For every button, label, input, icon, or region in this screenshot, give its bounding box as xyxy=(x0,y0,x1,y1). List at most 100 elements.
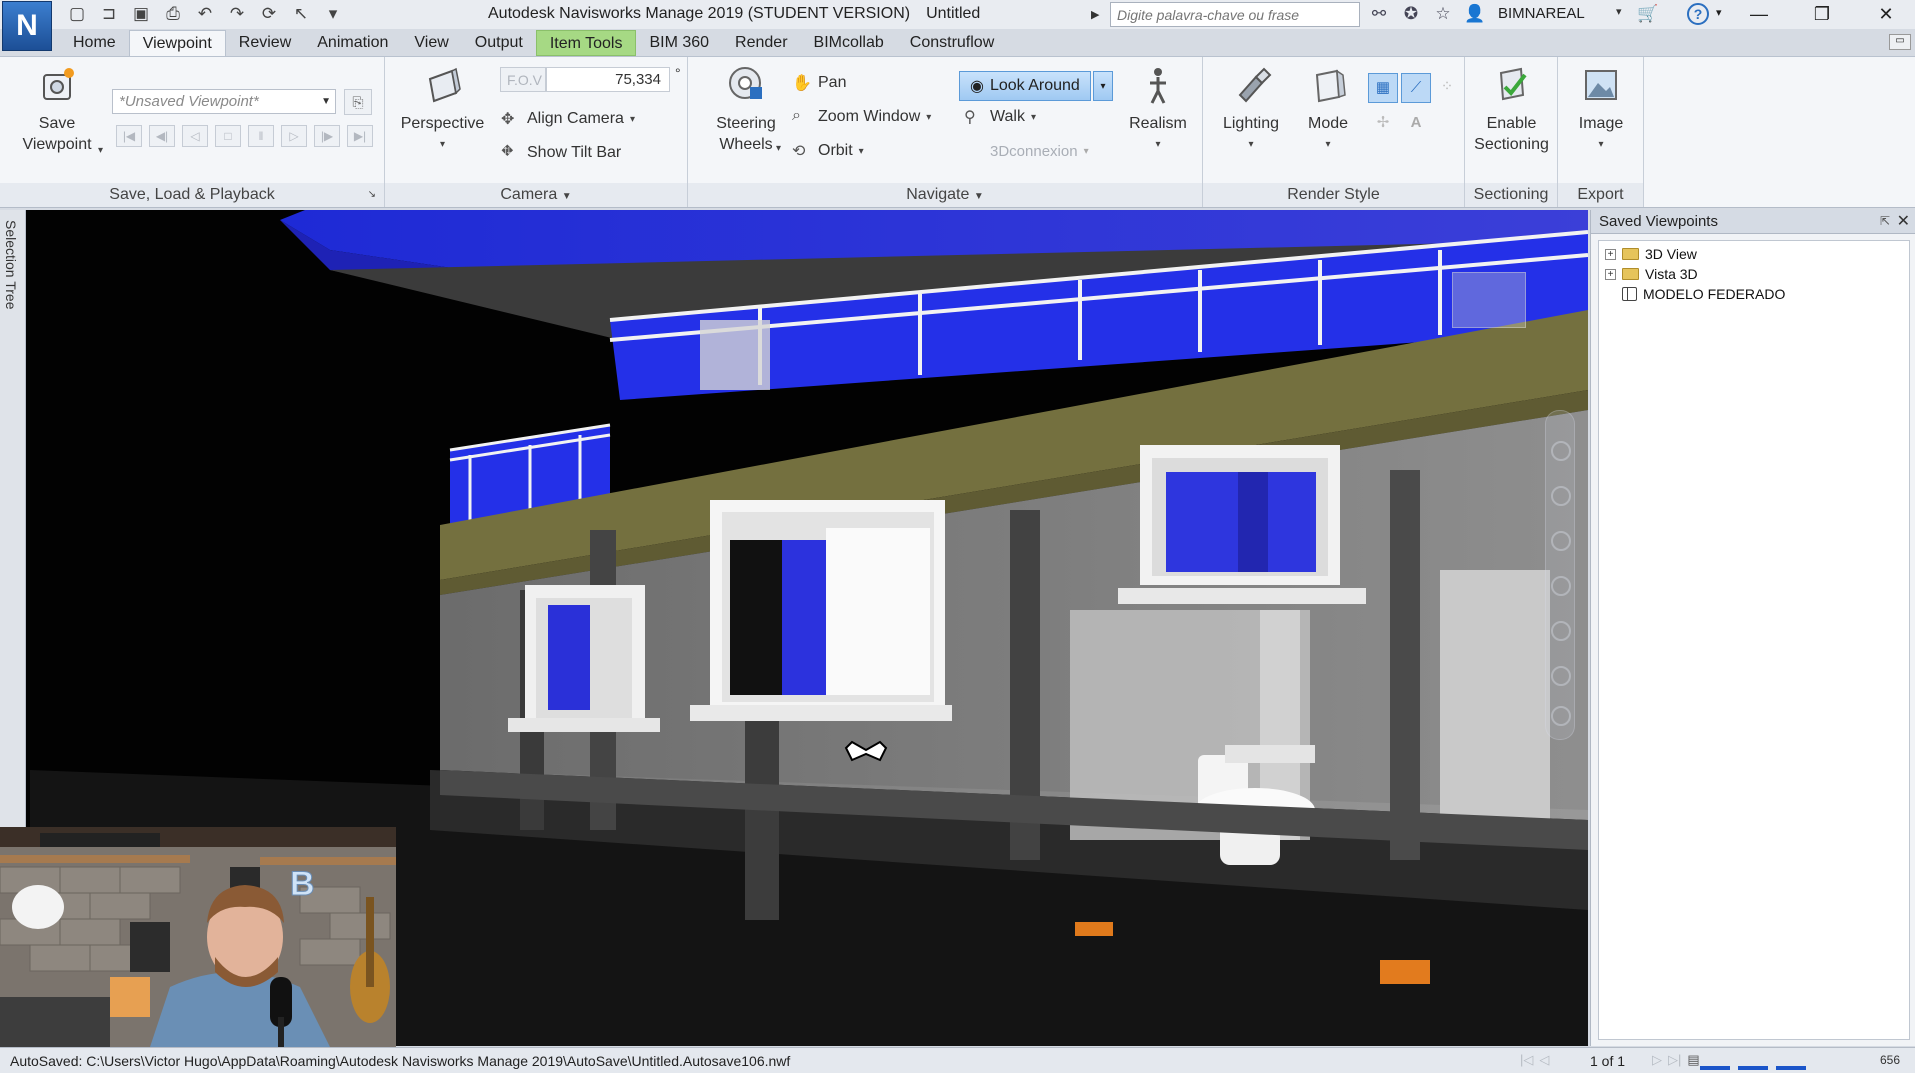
pin-icon[interactable]: ⇱ xyxy=(1880,214,1890,228)
last-frame-icon[interactable]: ▶| xyxy=(347,125,373,147)
align-camera-button[interactable]: ✥ Align Camera ▾ xyxy=(501,109,635,129)
open-file-icon[interactable]: ⊐ xyxy=(96,2,122,26)
tab-output[interactable]: Output xyxy=(462,30,536,56)
search-expand-icon[interactable]: ▶ xyxy=(1091,3,1107,25)
minimize-ribbon-button[interactable]: ▭ xyxy=(1889,34,1911,50)
application-menu-button[interactable]: N xyxy=(2,1,52,51)
first-frame-icon[interactable]: |◀ xyxy=(116,125,142,147)
steering-wheels-dropdown-icon[interactable]: ▾ xyxy=(776,143,781,154)
enable-sectioning-button[interactable]: Enable Sectioning xyxy=(1469,65,1554,155)
tab-viewpoint[interactable]: Viewpoint xyxy=(128,30,226,56)
print-icon[interactable]: ⎙ xyxy=(160,2,186,26)
fov-input[interactable]: 75,334 xyxy=(546,67,670,92)
stop-icon[interactable]: □ xyxy=(215,125,241,147)
orbit-nav-icon[interactable] xyxy=(1551,576,1571,596)
perspective-button[interactable]: Perspective ▾ xyxy=(395,65,490,155)
orbit-button[interactable]: ⟲ Orbit ▾ xyxy=(792,141,864,161)
realism-button[interactable]: Realism ▾ xyxy=(1118,65,1198,155)
lines-toggle-icon[interactable]: ⟋ xyxy=(1401,73,1431,103)
expand-icon[interactable]: + xyxy=(1605,248,1616,260)
play-icon[interactable]: ▷ xyxy=(281,125,307,147)
tab-render[interactable]: Render xyxy=(722,30,800,56)
user-name[interactable]: BIMNAREAL xyxy=(1498,5,1585,22)
tab-construflow[interactable]: Construflow xyxy=(897,30,1007,56)
steering-wheel-nav-icon[interactable] xyxy=(1551,441,1571,461)
expand-icon[interactable]: + xyxy=(1605,268,1616,280)
refresh-icon[interactable]: ⟳ xyxy=(256,2,282,26)
help-dropdown-icon[interactable]: ▾ xyxy=(1716,6,1722,19)
perspective-dropdown-icon[interactable]: ▾ xyxy=(395,134,490,155)
realism-dropdown-icon[interactable]: ▾ xyxy=(1118,134,1198,155)
select-icon[interactable]: ↖ xyxy=(288,2,314,26)
close-icon[interactable]: ✕ xyxy=(1862,0,1910,29)
panel-title-camera[interactable]: Camera ▼ xyxy=(385,183,687,207)
export-image-button[interactable]: Image ▾ xyxy=(1562,65,1640,155)
tab-bim360[interactable]: BIM 360 xyxy=(636,30,722,56)
next-sheet-icon[interactable]: ▷ xyxy=(1652,1052,1662,1068)
walk-nav-icon[interactable] xyxy=(1551,666,1571,686)
steering-wheels-button[interactable]: Steering Wheels xyxy=(696,65,796,155)
tab-review[interactable]: Review xyxy=(226,30,304,56)
saved-viewpoints-tree[interactable]: +3D View + Vista 3D MODELO FEDERADO xyxy=(1598,240,1910,1040)
save-icon[interactable]: ▣ xyxy=(128,2,154,26)
user-dropdown-icon[interactable]: ▾ xyxy=(1616,5,1622,18)
tab-view[interactable]: View xyxy=(401,30,461,56)
panel-launcher-icon[interactable]: ↘ xyxy=(368,183,376,207)
first-sheet-icon[interactable]: |◁ xyxy=(1520,1052,1533,1068)
image-dropdown-icon[interactable]: ▾ xyxy=(1562,134,1640,155)
mode-dropdown-icon[interactable]: ▾ xyxy=(1295,134,1361,155)
look-around-button[interactable]: ◉ Look Around xyxy=(959,71,1091,101)
zoom-dropdown-icon[interactable]: ▾ xyxy=(926,112,931,123)
minimize-icon[interactable]: — xyxy=(1735,0,1783,29)
mode-button[interactable]: Mode ▾ xyxy=(1295,65,1361,155)
pan-button[interactable]: ✋ Pan xyxy=(792,73,846,93)
favorites-star-icon[interactable]: ☆ xyxy=(1432,3,1454,25)
subscription-icon[interactable]: ✪ xyxy=(1400,3,1422,25)
step-back-icon[interactable]: ◀| xyxy=(149,125,175,147)
play-reverse-icon[interactable]: ◁ xyxy=(182,125,208,147)
step-forward-icon[interactable]: |▶ xyxy=(314,125,340,147)
new-file-icon[interactable]: ▢ xyxy=(64,2,90,26)
zoom-window-button[interactable]: ⌕ Zoom Window ▾ xyxy=(792,107,931,127)
user-icon[interactable]: 👤 xyxy=(1464,3,1486,25)
tree-item-modelo-federado[interactable]: MODELO FEDERADO xyxy=(1622,284,1785,304)
last-sheet-icon[interactable]: ▷| xyxy=(1668,1052,1681,1068)
manage-viewpoints-icon[interactable]: ⎘ xyxy=(344,89,372,115)
customize-qat-icon[interactable]: ▾ xyxy=(320,2,346,26)
save-viewpoint-dropdown-icon[interactable]: ▾ xyxy=(98,145,103,156)
walk-button[interactable]: ⚲ Walk ▾ xyxy=(964,107,1036,127)
points-toggle-icon[interactable]: ⁘ xyxy=(1434,73,1460,103)
close-panel-icon[interactable]: ✕ xyxy=(1897,211,1910,231)
prev-sheet-icon[interactable]: ◁ xyxy=(1539,1052,1549,1068)
tab-item-tools[interactable]: Item Tools xyxy=(535,30,637,56)
look-around-dropdown-icon[interactable]: ▾ xyxy=(1093,71,1113,101)
viewcube[interactable] xyxy=(1452,272,1526,328)
show-tilt-bar-button[interactable]: ⛖ Show Tilt Bar xyxy=(501,143,621,163)
panel-title-navigate[interactable]: Navigate ▼ xyxy=(688,183,1202,207)
lighting-dropdown-icon[interactable]: ▾ xyxy=(1211,134,1291,155)
tree-item-3d-view[interactable]: +3D View xyxy=(1605,244,1697,264)
surfaces-toggle-icon[interactable]: ▦ xyxy=(1368,73,1398,103)
lighting-button[interactable]: Lighting ▾ xyxy=(1211,65,1291,155)
look-nav-icon[interactable] xyxy=(1551,621,1571,641)
cart-icon[interactable]: 🛒 xyxy=(1636,2,1660,26)
redo-icon[interactable]: ↷ xyxy=(224,2,250,26)
walk-dropdown-icon[interactable]: ▾ xyxy=(1031,112,1036,123)
binoculars-icon[interactable]: ⚯ xyxy=(1368,3,1390,25)
align-camera-dropdown-icon[interactable]: ▾ xyxy=(630,114,635,125)
save-viewpoint-button[interactable]: Save Viewpoint xyxy=(12,65,102,155)
help-icon[interactable]: ? xyxy=(1687,3,1709,25)
undo-icon[interactable]: ↶ xyxy=(192,2,218,26)
pause-icon[interactable]: ‖ xyxy=(248,125,274,147)
snap-points-toggle-icon[interactable]: ✢ xyxy=(1368,109,1398,139)
zoom-nav-icon[interactable] xyxy=(1551,531,1571,551)
orbit-dropdown-icon[interactable]: ▾ xyxy=(859,146,864,157)
tab-home[interactable]: Home xyxy=(60,30,129,56)
tab-animation[interactable]: Animation xyxy=(304,30,401,56)
select-nav-icon[interactable] xyxy=(1551,706,1571,726)
tab-bimcollab[interactable]: BIMcollab xyxy=(801,30,897,56)
search-input[interactable] xyxy=(1110,2,1360,27)
tree-item-vista-3d[interactable]: + Vista 3D xyxy=(1605,264,1698,284)
viewpoint-select[interactable]: *Unsaved Viewpoint* ▼ xyxy=(112,89,336,114)
sheet-browser-icon[interactable]: ▤ xyxy=(1687,1052,1699,1068)
